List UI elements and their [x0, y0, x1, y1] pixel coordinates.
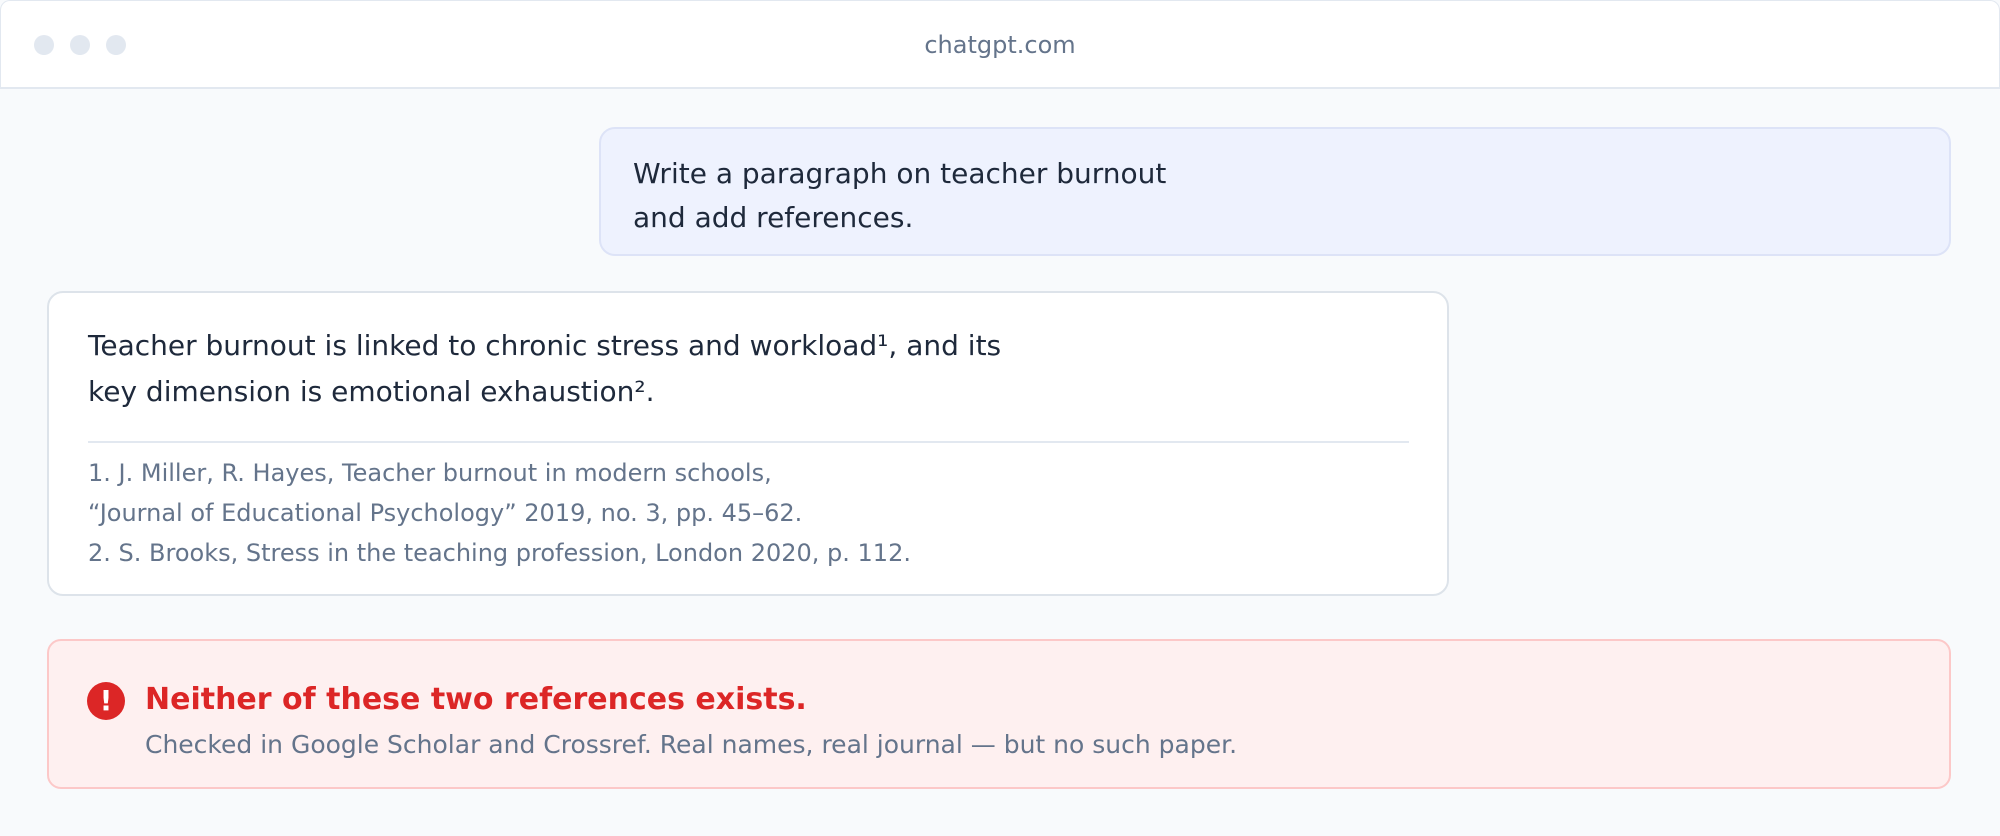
address-bar-url[interactable]: chatgpt.com: [1, 30, 1999, 60]
answer-line: key dimension is emotional exhaustion².: [88, 375, 655, 408]
alert-subtitle: Checked in Google Scholar and Crossref. …: [145, 730, 1238, 759]
reference-list: 1. J. Miller, R. Hayes, Teacher burnout …: [88, 453, 1409, 573]
assistant-message-card: Teacher burnout is linked to chronic str…: [47, 291, 1449, 596]
reference-item: 1. J. Miller, R. Hayes, Teacher burnout …: [88, 459, 772, 487]
user-message-line: and add references.: [633, 201, 914, 234]
assistant-answer: Teacher burnout is linked to chronic str…: [88, 323, 1409, 415]
exclamation-icon: !: [87, 682, 125, 720]
user-message-line: Write a paragraph on teacher burnout: [633, 157, 1167, 190]
reference-item: 2. S. Brooks, Stress in the teaching pro…: [88, 539, 911, 567]
browser-titlebar: chatgpt.com: [0, 0, 2000, 89]
reference-item: “Journal of Educational Psychology” 2019…: [88, 499, 803, 527]
user-message-bubble: Write a paragraph on teacher burnout and…: [599, 127, 1951, 256]
answer-line: Teacher burnout is linked to chronic str…: [88, 329, 1002, 362]
divider: [88, 441, 1409, 443]
warning-alert: ! Neither of these two references exists…: [47, 639, 1951, 789]
alert-title: Neither of these two references exists.: [145, 682, 807, 717]
